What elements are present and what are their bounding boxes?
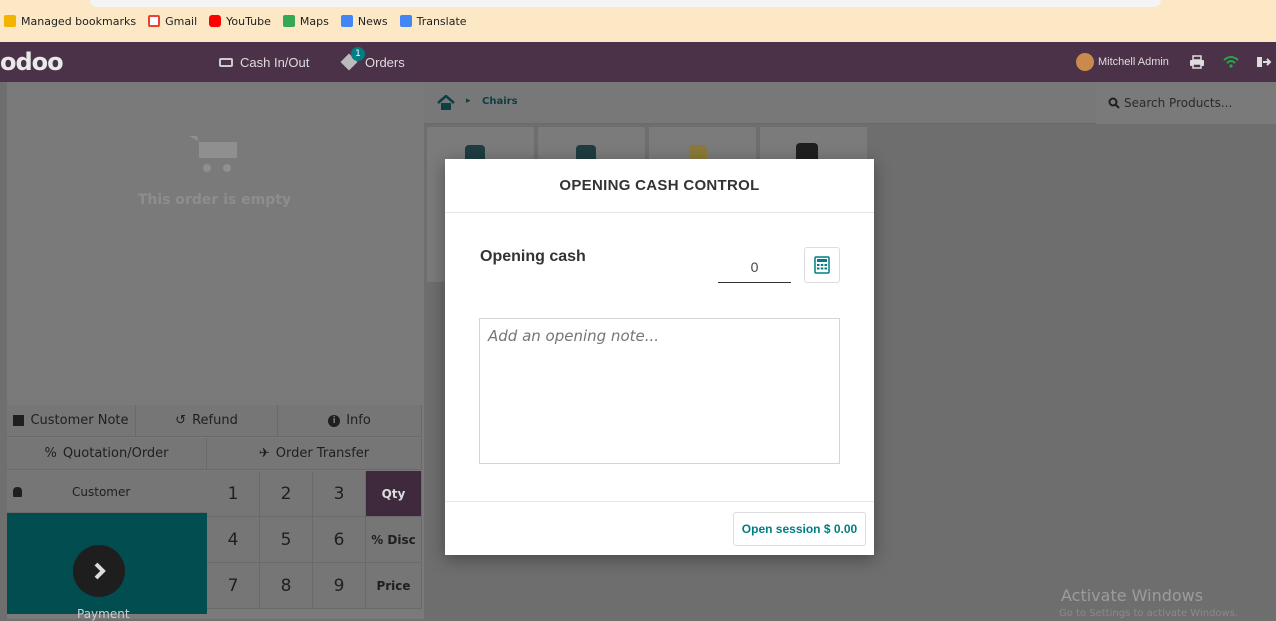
numpad-key-7[interactable]: 7 <box>207 563 260 609</box>
refund-button[interactable]: ↺ Refund <box>136 405 278 437</box>
orders-label: Orders <box>365 54 405 70</box>
search-icon <box>1108 97 1120 109</box>
logout-icon[interactable] <box>1256 55 1272 69</box>
bookmark-label: YouTube <box>226 14 271 28</box>
odoo-logo: odoo <box>0 48 64 76</box>
caret-right-icon: ▸ <box>466 96 471 106</box>
price-mode-button[interactable]: Price <box>366 563 422 609</box>
customer-button[interactable]: Customer <box>7 471 207 513</box>
printer-icon[interactable] <box>1189 55 1205 69</box>
opening-cash-control-dialog: OPENING CASH CONTROL Opening cash Open s… <box>445 159 874 555</box>
control-buttons-row-2: % Quotation/Order ✈ Order Transfer <box>7 438 422 470</box>
quotation-order-label: Quotation/Order <box>62 446 169 461</box>
discount-mode-button[interactable]: % Disc <box>366 517 422 563</box>
info-label: Info <box>346 413 371 428</box>
search-products[interactable]: Search Products... <box>1096 82 1276 124</box>
chevron-right-icon <box>73 545 125 597</box>
bookmarks-bar: Managed bookmarks Gmail YouTube Maps New… <box>0 0 1276 42</box>
user-icon <box>13 486 22 497</box>
bookmark-label: Managed bookmarks <box>21 14 137 28</box>
numpad-key-1[interactable]: 1 <box>207 471 260 517</box>
order-transfer-button[interactable]: ✈ Order Transfer <box>207 438 422 470</box>
bookmark-gmail[interactable]: Gmail <box>148 15 197 28</box>
undo-icon: ↺ <box>175 413 187 428</box>
opening-cash-label: Opening cash <box>480 248 586 265</box>
maps-icon <box>282 15 295 27</box>
news-icon <box>340 15 353 27</box>
dialog-footer: Open session $ 0.00 <box>445 501 874 555</box>
bookmark-managed[interactable]: Managed bookmarks <box>4 15 136 28</box>
orders-button[interactable]: Orders <box>340 42 405 82</box>
empty-order-text: This order is empty <box>137 192 292 208</box>
folder-icon <box>4 15 16 27</box>
bookmark-translate[interactable]: Translate <box>399 14 467 28</box>
activate-windows-subtitle: Go to Settings to activate Windows. <box>1059 608 1239 619</box>
cart-icon <box>189 136 237 172</box>
user-name: Mitchell Admin <box>1098 56 1169 68</box>
order-transfer-label: Order Transfer <box>275 446 370 461</box>
bookmark-label: Translate <box>416 14 467 28</box>
numpad-area: Customer Payment 1 2 3 Qty 4 5 6 % Disc … <box>7 471 422 621</box>
numpad-key-6[interactable]: 6 <box>313 517 366 563</box>
gmail-icon <box>148 15 161 27</box>
info-icon: i <box>328 414 341 427</box>
send-icon: ✈ <box>258 446 270 461</box>
cash-in-out-label: Cash In/Out <box>240 54 310 70</box>
numpad-key-3[interactable]: 3 <box>313 471 366 517</box>
user-menu[interactable]: Mitchell Admin <box>1076 42 1169 82</box>
numpad-key-5[interactable]: 5 <box>260 517 313 563</box>
browser-tab-edge <box>90 0 1161 7</box>
money-icon <box>219 57 233 67</box>
note-icon <box>13 415 25 426</box>
home-icon[interactable] <box>437 95 455 111</box>
calculator-icon <box>814 256 830 274</box>
customer-note-button[interactable]: Customer Note <box>7 405 136 437</box>
open-session-button[interactable]: Open session $ 0.00 <box>733 512 866 546</box>
dialog-title: OPENING CASH CONTROL <box>445 159 874 213</box>
bookmark-youtube[interactable]: YouTube <box>209 15 271 28</box>
wifi-icon[interactable] <box>1223 55 1239 69</box>
translate-icon <box>399 15 412 27</box>
quotation-order-button[interactable]: % Quotation/Order <box>7 438 207 470</box>
numpad-key-4[interactable]: 4 <box>207 517 260 563</box>
calculator-button[interactable] <box>804 247 840 283</box>
cash-in-out-button[interactable]: Cash In/Out <box>219 42 309 82</box>
empty-order-area: This order is empty <box>7 82 422 405</box>
opening-note-field[interactable] <box>479 318 840 464</box>
left-edge <box>0 82 7 619</box>
bookmark-label: Gmail <box>165 14 198 28</box>
numpad-key-2[interactable]: 2 <box>260 471 313 517</box>
breadcrumb-chairs[interactable]: Chairs <box>482 96 518 107</box>
payment-button[interactable]: Payment <box>7 513 207 621</box>
numpad-key-8[interactable]: 8 <box>260 563 313 609</box>
numpad-key-9[interactable]: 9 <box>313 563 366 609</box>
youtube-icon <box>209 15 222 27</box>
percent-icon: % <box>44 446 57 461</box>
control-buttons-row-1: Customer Note ↺ Refund i Info <box>7 405 422 437</box>
pos-header: odoo Cash In/Out Orders 1 Mitchell Admin <box>0 42 1276 82</box>
opening-cash-input[interactable] <box>718 251 791 283</box>
bookmark-label: News <box>357 14 388 28</box>
bookmark-maps[interactable]: Maps <box>282 14 329 28</box>
activate-windows-title: Activate Windows <box>1061 586 1204 605</box>
search-input[interactable]: Search Products... <box>1124 96 1232 110</box>
avatar <box>1076 53 1094 71</box>
bookmark-news[interactable]: News <box>340 14 388 28</box>
qty-mode-button[interactable]: Qty <box>366 471 422 517</box>
customer-label: Customer <box>72 484 131 499</box>
order-pane: This order is empty Customer Note ↺ Refu… <box>0 82 424 621</box>
refund-label: Refund <box>192 413 238 428</box>
info-button[interactable]: i Info <box>278 405 422 437</box>
customer-note-label: Customer Note <box>30 413 129 428</box>
orders-count-badge: 1 <box>351 47 365 61</box>
bookmark-label: Maps <box>299 14 329 28</box>
